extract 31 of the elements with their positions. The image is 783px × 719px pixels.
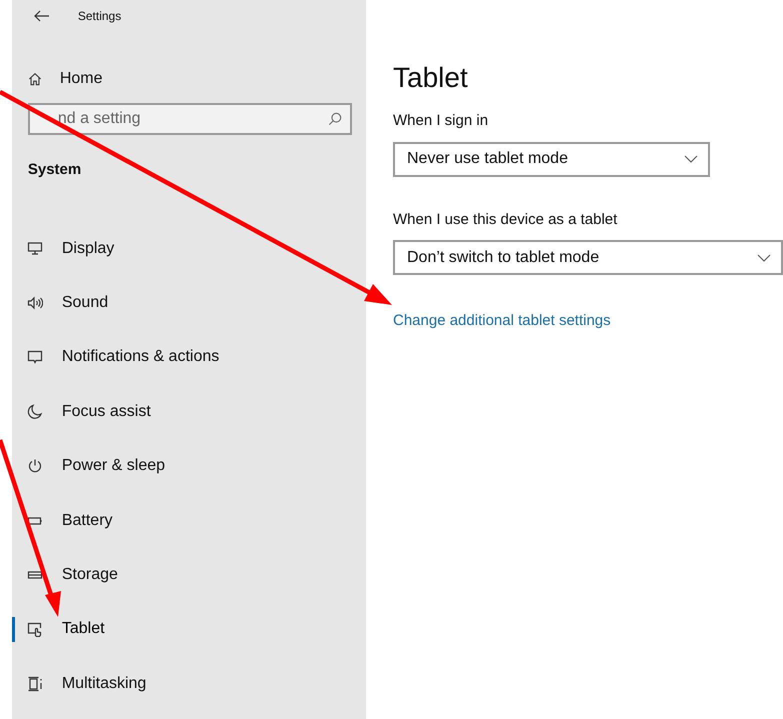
nav-item[interactable]: Focus assist <box>12 396 159 428</box>
multitasking-icon <box>26 676 43 692</box>
home-link[interactable]: Home <box>60 67 103 91</box>
nav-item[interactable]: Tablet <box>12 613 113 646</box>
settings-link[interactable]: Change additional tablet settings <box>393 310 611 332</box>
message-icon <box>26 349 43 366</box>
dropdown[interactable]: Don’t switch to tablet mode <box>393 240 783 275</box>
nav-item[interactable]: Battery <box>12 504 121 537</box>
moon-icon <box>26 404 43 420</box>
window-title: Settings <box>78 8 122 25</box>
power-icon <box>26 458 43 474</box>
nav-item[interactable]: Sound <box>12 287 116 320</box>
dropdown[interactable]: Never use tablet mode <box>393 142 710 176</box>
chevron-down-icon <box>684 155 698 163</box>
nav-item[interactable]: Storage <box>12 559 126 592</box>
tablet-touch-icon <box>26 621 43 638</box>
speaker-icon <box>26 295 43 312</box>
back-icon[interactable] <box>34 10 50 22</box>
search-icon <box>328 112 342 126</box>
home-icon <box>28 72 42 86</box>
monitor-icon <box>26 240 43 257</box>
section-heading: System <box>28 160 82 180</box>
nav-item[interactable]: Multitasking <box>12 668 154 700</box>
search-field[interactable]: nd a setting <box>28 103 352 135</box>
setting-label: When I use this device as a tablet <box>393 210 618 230</box>
chevron-down-icon <box>757 254 771 262</box>
nav-item[interactable]: Display <box>12 232 122 265</box>
page-title: Tablet <box>393 61 468 95</box>
nav-item[interactable]: Notifications & actions <box>12 341 228 374</box>
setting-label: When I sign in <box>393 111 488 131</box>
nav-item[interactable]: Power & sleep <box>12 450 174 482</box>
